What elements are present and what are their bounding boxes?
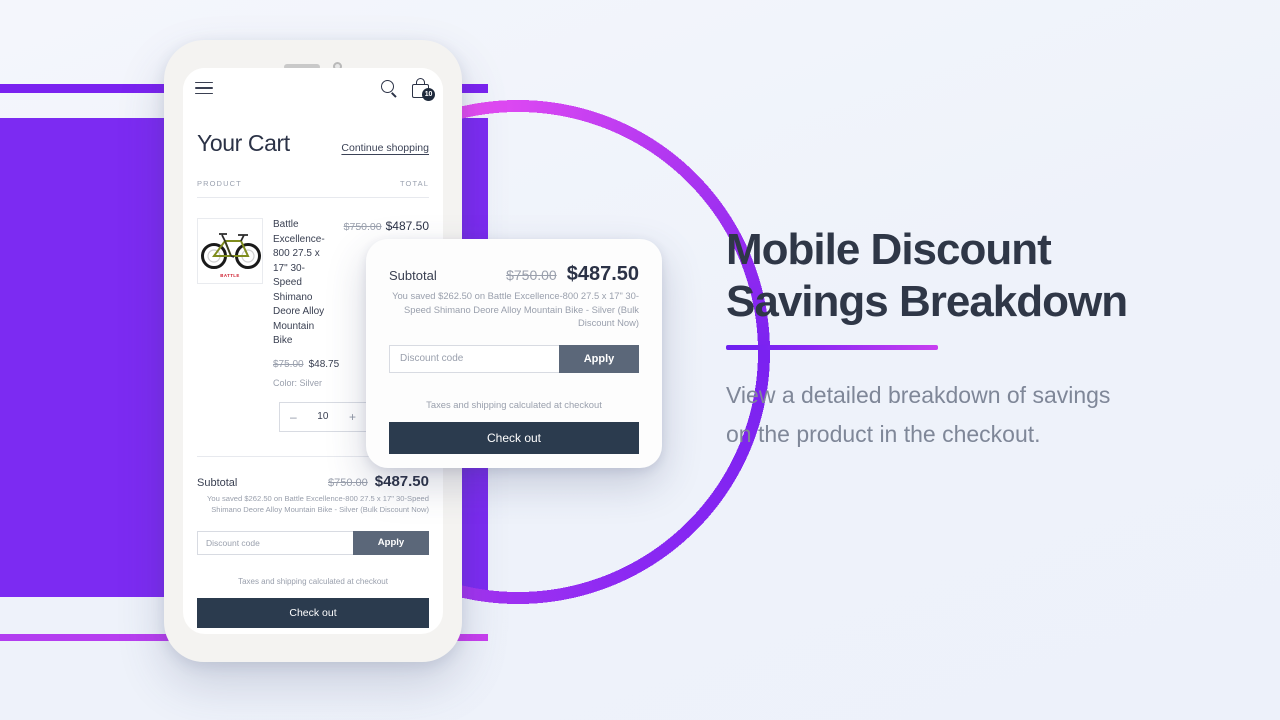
marketing-panel: Mobile Discount Savings Breakdown View a… bbox=[726, 224, 1226, 455]
floating-price-sale: $487.50 bbox=[566, 263, 639, 285]
floating-subtotal-price: $750.00 $487.50 bbox=[506, 263, 639, 286]
savings-note: You saved $262.50 on Battle Excellence-8… bbox=[207, 493, 429, 514]
floating-price-original: $750.00 bbox=[506, 267, 557, 283]
page-title: Your Cart bbox=[197, 130, 290, 156]
product-details: Battle Excellence-800 27.5 x 17" 30-Spee… bbox=[273, 218, 367, 432]
quantity-value[interactable]: 10 bbox=[317, 411, 328, 422]
floating-summary-card: Subtotal $750.00 $487.50 You saved $262.5… bbox=[366, 239, 662, 468]
subtotal-price: $750.00 $487.50 bbox=[328, 473, 429, 490]
cart-totals: Subtotal $750.00 $487.50 You saved $262.5… bbox=[197, 457, 429, 628]
unit-price-original: $75.00 bbox=[273, 358, 304, 370]
floating-apply-button[interactable]: Apply bbox=[559, 344, 639, 373]
cart-table-header: PRODUCT TOTAL bbox=[197, 179, 429, 198]
subtotal-price-original: $750.00 bbox=[328, 476, 368, 489]
product-name[interactable]: Battle Excellence-800 27.5 x 17" 30-Spee… bbox=[273, 218, 334, 349]
hamburger-icon[interactable] bbox=[195, 81, 213, 95]
floating-checkout-button[interactable]: Check out bbox=[389, 421, 639, 454]
subtotal-price-sale: $487.50 bbox=[374, 472, 429, 490]
floating-discount-code-input[interactable]: Discount code bbox=[389, 344, 559, 373]
apply-discount-button[interactable]: Apply bbox=[353, 530, 429, 555]
line-total-original: $750.00 bbox=[343, 221, 382, 233]
column-header-total: TOTAL bbox=[400, 179, 429, 188]
column-header-product: PRODUCT bbox=[197, 179, 242, 188]
product-thumbnail[interactable]: BATTLE bbox=[197, 218, 263, 284]
floating-taxes-note: Taxes and shipping calculated at checkou… bbox=[426, 398, 602, 410]
discount-code-row: Discount code Apply bbox=[197, 530, 429, 555]
shopping-bag-icon[interactable]: 10 bbox=[412, 78, 435, 101]
search-icon[interactable] bbox=[381, 80, 397, 96]
line-total-sale: $487.50 bbox=[385, 219, 429, 233]
floating-discount-row: Discount code Apply bbox=[389, 344, 639, 373]
floating-subtotal-row: Subtotal $750.00 $487.50 bbox=[389, 263, 639, 286]
cart-count-badge: 10 bbox=[422, 88, 435, 101]
subtotal-label: Subtotal bbox=[197, 476, 238, 489]
subheadline: View a detailed breakdown of savings on … bbox=[726, 381, 1111, 448]
navbar-actions: 10 bbox=[381, 78, 435, 101]
headline-accent-bar bbox=[726, 344, 938, 350]
quantity-decrease-button[interactable]: – bbox=[290, 410, 297, 424]
slide-canvas: 10 Your Cart Continue shopping PRODUCT T… bbox=[0, 0, 1280, 720]
headline: Mobile Discount Savings Breakdown bbox=[726, 224, 1226, 328]
headline-line-1: Mobile Discount bbox=[726, 225, 1052, 274]
cart-header: Your Cart Continue shopping bbox=[197, 132, 429, 155]
discount-code-input[interactable]: Discount code bbox=[197, 530, 353, 555]
store-navbar: 10 bbox=[183, 68, 443, 108]
product-brand-logo: BATTLE bbox=[220, 273, 240, 278]
product-unit-price: $75.00 $48.75 bbox=[273, 358, 339, 370]
continue-shopping-link[interactable]: Continue shopping bbox=[341, 142, 429, 155]
product-variant: Color: Silver bbox=[273, 377, 323, 388]
unit-price-sale: $48.75 bbox=[308, 358, 340, 370]
floating-subtotal-label: Subtotal bbox=[389, 268, 437, 283]
subtotal-row: Subtotal $750.00 $487.50 bbox=[197, 473, 429, 490]
headline-line-2: Savings Breakdown bbox=[726, 276, 1128, 326]
floating-savings-note: You saved $262.50 on Battle Excellence-8… bbox=[392, 290, 639, 329]
checkout-button[interactable]: Check out bbox=[197, 597, 429, 628]
taxes-shipping-note: Taxes and shipping calculated at checkou… bbox=[238, 576, 388, 586]
